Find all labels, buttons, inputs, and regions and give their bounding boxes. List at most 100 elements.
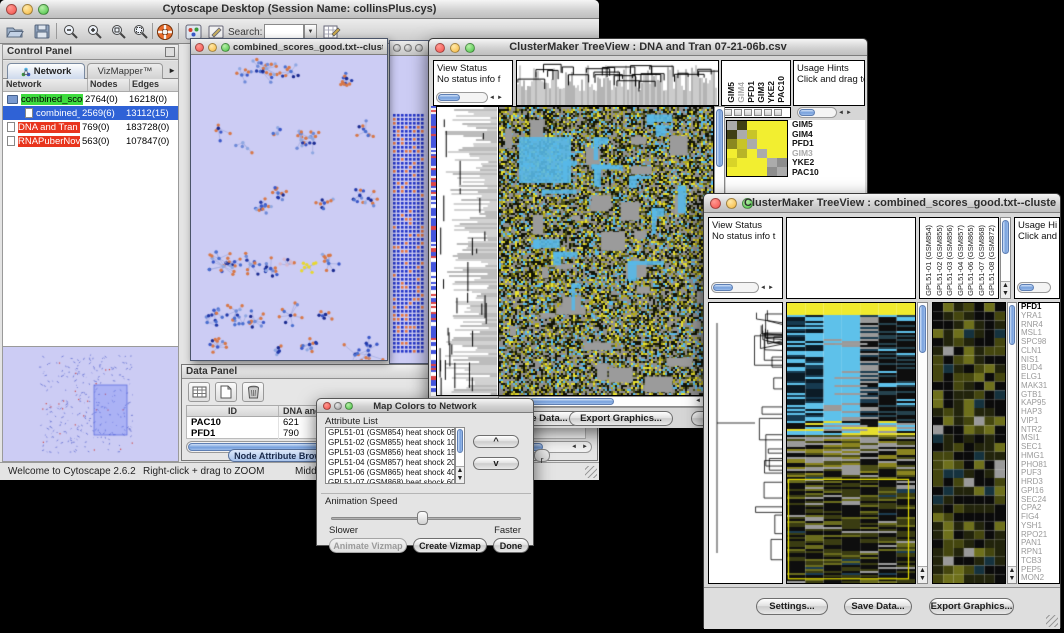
tv2-column-label[interactable]: GPL51-07 (GSM868) (977, 225, 986, 296)
tv1-column-label[interactable]: GIM4 (736, 82, 746, 103)
minimize-button[interactable] (208, 43, 217, 52)
tv1-zoom-icons[interactable] (721, 107, 791, 118)
tv2-heatmap[interactable] (786, 302, 916, 584)
tv2-vscrollbar[interactable]: ▲ ▼ (917, 302, 928, 584)
similarity-cell[interactable] (767, 139, 777, 148)
network-tree-row[interactable]: combined_scores2764(0)16218(0) (3, 92, 178, 106)
treeview-zoom-icon[interactable] (754, 109, 762, 116)
scroll-up-icon[interactable]: ▲ (1002, 282, 1009, 289)
similarity-cell[interactable] (747, 158, 757, 167)
tv2-resize-grip[interactable] (1046, 615, 1058, 627)
tv2-gene-scroll-thumb[interactable] (1009, 305, 1015, 345)
similarity-cell[interactable] (757, 121, 767, 130)
tv2-hints-scrollbar[interactable] (1017, 282, 1051, 293)
scroll-right-icon[interactable]: ► (496, 93, 504, 103)
similarity-cell[interactable] (727, 121, 737, 130)
tab-edge-attribute-fragment[interactable]: r (534, 449, 550, 462)
col-header-network[interactable]: Network (3, 79, 88, 91)
help-icon[interactable] (155, 22, 175, 41)
attribute-list-item[interactable]: GPL51-03 (GSM856) heat shock 15 min (326, 448, 454, 458)
zoom-fit-icon[interactable] (130, 22, 150, 41)
close-button[interactable] (710, 198, 721, 209)
dp-col-id[interactable]: ID (187, 406, 279, 416)
network-view-titlebar[interactable]: combined_scores_good.txt--cluste... (191, 39, 387, 55)
similarity-cell[interactable] (767, 149, 777, 158)
scroll-left-icon[interactable]: ◄ (759, 283, 767, 293)
similarity-cell[interactable] (747, 121, 757, 130)
tv1-column-label[interactable]: PAC10 (776, 76, 786, 103)
similarity-cell[interactable] (747, 149, 757, 158)
tab-network[interactable]: Network (7, 63, 85, 79)
treeview-zoom-icon[interactable] (724, 109, 732, 116)
tv1-column-dendrogram[interactable] (516, 60, 719, 106)
tv1-row-label[interactable]: PAC10 (792, 168, 862, 178)
export-graphics-button[interactable]: Export Graphics... (929, 598, 1014, 615)
similarity-cell[interactable] (757, 139, 767, 148)
attribute-list-scrollbar[interactable]: ▲ ▼ (455, 427, 465, 484)
gene-list-item[interactable]: MON2 (1019, 574, 1059, 583)
settings-button[interactable]: Settings... (756, 598, 828, 615)
tv2-column-label[interactable]: GPL51-06 (GSM865) (966, 225, 975, 296)
scroll-right-icon[interactable]: ► (767, 283, 775, 293)
move-down-button[interactable]: v (473, 457, 519, 470)
background-window-titlebar[interactable] (390, 41, 428, 56)
similarity-cell[interactable] (757, 130, 767, 139)
animate-vizmap-button[interactable]: Animate Vizmap (329, 538, 407, 553)
similarity-cell[interactable] (767, 121, 777, 130)
tv1-similarity-matrix[interactable] (726, 120, 788, 177)
attribute-list-item[interactable]: GPL51-06 (GSM865) heat shock 40 min (326, 468, 454, 478)
tab-more-icon[interactable]: ► (168, 66, 176, 75)
scroll-right-icon[interactable]: ► (845, 108, 853, 118)
save-data-button[interactable]: Save Data... (844, 598, 912, 615)
similarity-cell[interactable] (777, 167, 787, 176)
minimize-button[interactable] (726, 198, 737, 209)
tv2-status-scrollbar[interactable]: ◄ ► (711, 282, 775, 293)
zoom-button[interactable] (221, 43, 230, 52)
treeview-zoom-icon[interactable] (774, 109, 782, 116)
similarity-cell[interactable] (767, 158, 777, 167)
col-header-edges[interactable]: Edges (130, 79, 178, 91)
delete-attribute-icon[interactable] (242, 382, 264, 402)
tv1-hints-scrollbar[interactable]: ◄ ► (797, 107, 853, 118)
network-tree-row[interactable]: combined_sco2569(6)13112(15) (3, 106, 178, 120)
tv1-column-label[interactable]: GIM3 (756, 82, 766, 103)
main-titlebar[interactable]: Cytoscape Desktop (Session Name: collins… (0, 0, 599, 19)
similarity-cell[interactable] (777, 149, 787, 158)
scroll-up-icon[interactable]: ▲ (457, 467, 464, 474)
scroll-left-icon[interactable]: ◄ (488, 93, 496, 103)
tv1-vscroll-thumb[interactable] (716, 109, 723, 167)
tv2-column-label[interactable]: GPL51-02 (GSM855) (935, 225, 944, 296)
similarity-cell[interactable] (737, 130, 747, 139)
tv2-column-label[interactable]: GPL51-03 (GSM856) (945, 225, 954, 296)
save-icon[interactable] (32, 22, 52, 41)
main-resize-grip[interactable] (585, 466, 597, 478)
network-tree-row[interactable]: RNAPuberNov2+563(0)107847(0) (3, 134, 178, 148)
attribute-list-item[interactable]: GPL51-07 (GSM868) heat shock 60 min (326, 478, 454, 484)
open-file-icon[interactable] (5, 22, 25, 41)
attribute-list-item[interactable]: GPL51-02 (GSM855) heat shock 10 min (326, 438, 454, 448)
zoom-button[interactable] (415, 44, 423, 52)
similarity-cell[interactable] (777, 139, 787, 148)
tv2-vscroll-thumb[interactable] (919, 305, 926, 353)
similarity-cell[interactable] (737, 158, 747, 167)
new-attribute-icon[interactable] (215, 382, 237, 402)
scroll-up-icon[interactable]: ▲ (919, 567, 926, 574)
dialog-titlebar[interactable]: Map Colors to Network (317, 399, 533, 413)
slider-thumb[interactable] (417, 511, 428, 525)
scroll-left-icon[interactable]: ◄ (695, 398, 701, 404)
similarity-cell[interactable] (757, 149, 767, 158)
tv2-collabel-scroll-thumb[interactable] (1002, 220, 1009, 254)
similarity-cell[interactable] (757, 158, 767, 167)
scroll-right-icon[interactable]: ► (582, 444, 588, 450)
zoom-out-icon[interactable] (60, 22, 80, 41)
search-dropdown-icon[interactable]: ▼ (304, 24, 317, 39)
network-tree-row[interactable]: DNA and Tran 07769(0)183728(0) (3, 120, 178, 134)
treeview-zoom-icon[interactable] (734, 109, 742, 116)
background-network-canvas[interactable] (390, 56, 428, 363)
similarity-cell[interactable] (727, 158, 737, 167)
tv1-column-label[interactable]: YKE2 (766, 81, 776, 103)
treeview-combined-titlebar[interactable]: ClusterMaker TreeView : combined_scores_… (704, 194, 1060, 213)
scroll-down-icon[interactable]: ▼ (919, 575, 926, 582)
similarity-cell[interactable] (767, 167, 777, 176)
tv2-gene-scrollbar[interactable]: ▲ ▼ (1007, 302, 1017, 584)
